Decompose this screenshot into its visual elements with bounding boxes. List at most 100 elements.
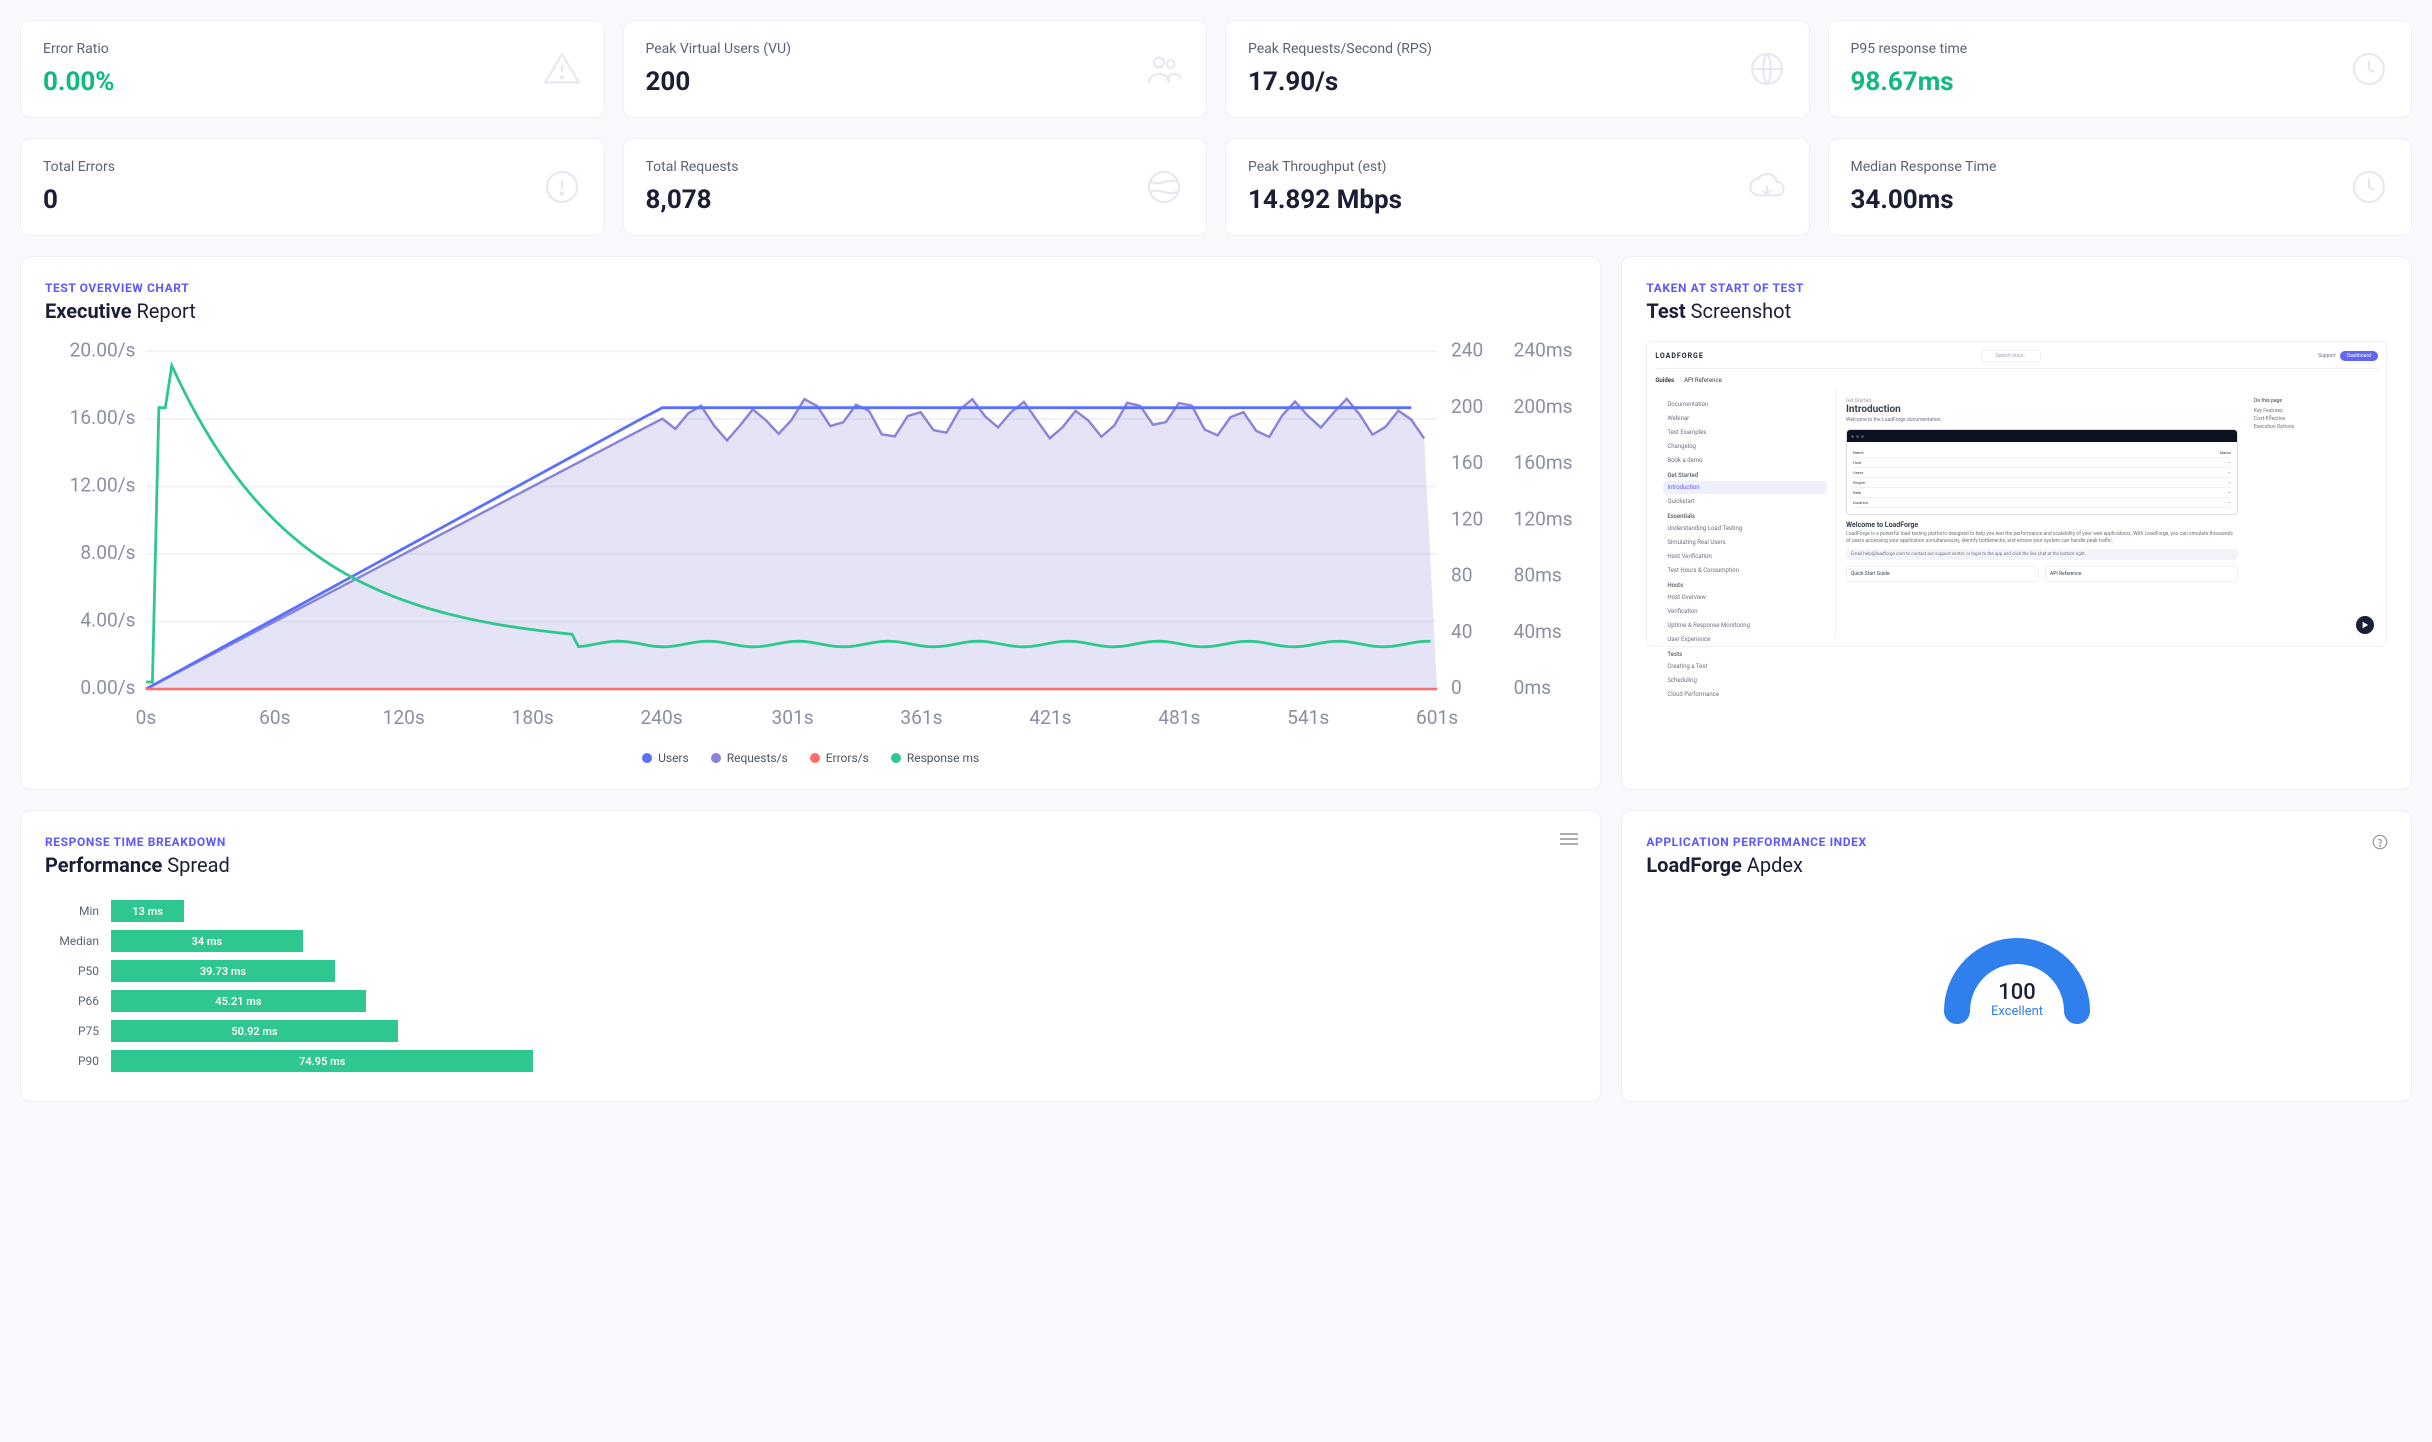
kpi-label: Total Errors <box>43 159 115 175</box>
perf-row-label: Median <box>45 934 111 948</box>
hamburger-menu-icon[interactable] <box>1560 833 1578 849</box>
kpi-value: 200 <box>646 67 792 97</box>
screenshot-right-col: On this pageKey FeaturesCost-EffectiveEx… <box>2248 388 2378 638</box>
kpi-value: 17.90/s <box>1248 67 1432 97</box>
legend-item[interactable]: Users <box>642 751 689 765</box>
svg-text:0ms: 0ms <box>1514 676 1551 699</box>
screenshot-support-link: Support <box>2318 353 2336 359</box>
perf-row: P75 50.92 ms <box>45 1017 1576 1045</box>
kpi-p95: P95 response time 98.67ms <box>1828 20 2413 118</box>
svg-text:12.00/s: 12.00/s <box>70 474 136 497</box>
kpi-total-errors: Total Errors 0 <box>20 138 605 236</box>
panel-title: Performance Spread <box>45 853 1576 877</box>
kpi-value: 98.67ms <box>1851 67 1968 97</box>
svg-text:301s: 301s <box>772 706 814 729</box>
svg-text:8.00/s: 8.00/s <box>80 541 135 564</box>
panel-title: LoadForge Apdex <box>1646 853 2387 877</box>
kpi-label: Median Response Time <box>1851 159 1997 175</box>
svg-text:200ms: 200ms <box>1514 395 1573 418</box>
performance-bars: Min 13 ms Median 34 ms P50 39.73 ms P66 … <box>45 897 1576 1075</box>
svg-text:240: 240 <box>1451 341 1483 362</box>
kpi-total-requests: Total Requests 8,078 <box>623 138 1208 236</box>
screenshot-thumbnail[interactable]: LOADFORGE Search docs… Support Dashboard… <box>1646 341 2387 647</box>
kpi-row-2: Total Errors 0 Total Requests 8,078 Peak… <box>20 138 2412 236</box>
svg-text:40: 40 <box>1451 620 1473 643</box>
executive-chart: 20.00/s 16.00/s 12.00/s 8.00/s 4.00/s 0.00/s 2… <box>45 341 1576 741</box>
kpi-label: P95 response time <box>1851 41 1968 57</box>
svg-text:60s: 60s <box>259 706 290 729</box>
kpi-label: Total Requests <box>646 159 739 175</box>
download-cloud-icon <box>1747 167 1787 207</box>
legend-item[interactable]: Response ms <box>891 751 979 765</box>
kpi-median-rt: Median Response Time 34.00ms <box>1828 138 2413 236</box>
screenshot-brand: LOADFORGE <box>1655 352 1703 360</box>
play-icon[interactable] <box>2356 616 2374 634</box>
apdex-score: 100 <box>1998 980 2036 1005</box>
apdex-panel: APPLICATION PERFORMANCE INDEX LoadForge … <box>1621 810 2412 1102</box>
svg-text:160: 160 <box>1451 451 1483 474</box>
kpi-label: Peak Requests/Second (RPS) <box>1248 41 1432 57</box>
apdex-rating: Excellent <box>1991 1004 2043 1019</box>
kpi-label: Peak Throughput (est) <box>1248 159 1402 175</box>
svg-text:120s: 120s <box>383 706 425 729</box>
svg-text:4.00/s: 4.00/s <box>80 609 135 632</box>
svg-text:180s: 180s <box>512 706 554 729</box>
kpi-value: 8,078 <box>646 185 739 215</box>
svg-text:240ms: 240ms <box>1514 341 1573 362</box>
svg-text:0.00/s: 0.00/s <box>80 676 135 699</box>
panel-title: Test Screenshot <box>1646 299 2387 323</box>
kpi-value: 0.00% <box>43 67 115 97</box>
svg-text:601s: 601s <box>1416 706 1458 729</box>
error-circle-icon <box>542 167 582 207</box>
svg-text:240s: 240s <box>640 706 682 729</box>
legend-item[interactable]: Requests/s <box>711 751 788 765</box>
svg-text:160ms: 160ms <box>1514 451 1573 474</box>
panel-title: Executive Report <box>45 299 1576 323</box>
kpi-row-1: Error Ratio 0.00% Peak Virtual Users (VU… <box>20 20 2412 118</box>
perf-row-label: Min <box>45 904 111 918</box>
svg-text:421s: 421s <box>1029 706 1071 729</box>
kpi-value: 0 <box>43 185 115 215</box>
screenshot-main: Get Started Introduction Welcome to the … <box>1836 388 2248 638</box>
perf-row-label: P50 <box>45 964 111 978</box>
kpi-error-ratio: Error Ratio 0.00% <box>20 20 605 118</box>
kpi-value: 14.892 Mbps <box>1248 185 1402 215</box>
svg-text:0s: 0s <box>136 706 157 729</box>
svg-text:120: 120 <box>1451 507 1483 530</box>
warning-triangle-icon <box>542 49 582 89</box>
perf-row-label: P75 <box>45 1024 111 1038</box>
svg-text:541s: 541s <box>1287 706 1329 729</box>
perf-row-label: P66 <box>45 994 111 1008</box>
screenshot-sidebar: DocumentationWebinarTest ExamplesChangel… <box>1655 388 1836 638</box>
panel-eyebrow: RESPONSE TIME BREAKDOWN <box>45 835 1576 849</box>
svg-text:20.00/s: 20.00/s <box>70 341 136 362</box>
svg-text:481s: 481s <box>1158 706 1200 729</box>
apdex-gauge: 100 Excellent <box>1646 891 2387 1031</box>
users-icon <box>1144 49 1184 89</box>
executive-report-panel: TEST OVERVIEW CHART Executive Report 20.… <box>20 256 1601 790</box>
legend-item[interactable]: Errors/s <box>810 751 869 765</box>
kpi-label: Peak Virtual Users (VU) <box>646 41 792 57</box>
screenshot-dashboard-btn: Dashboard <box>2340 351 2378 361</box>
perf-row: P90 74.95 ms <box>45 1047 1576 1075</box>
performance-spread-panel: RESPONSE TIME BREAKDOWN Performance Spre… <box>20 810 1601 1102</box>
svg-text:120ms: 120ms <box>1514 507 1573 530</box>
svg-text:361s: 361s <box>900 706 942 729</box>
svg-text:16.00/s: 16.00/s <box>70 406 136 429</box>
perf-row: Median 34 ms <box>45 927 1576 955</box>
panel-eyebrow: TAKEN AT START OF TEST <box>1646 281 2387 295</box>
screenshot-search: Search docs… <box>1981 350 2042 362</box>
test-screenshot-panel: TAKEN AT START OF TEST Test Screenshot L… <box>1621 256 2412 790</box>
perf-row-label: P90 <box>45 1054 111 1068</box>
kpi-peak-throughput: Peak Throughput (est) 14.892 Mbps <box>1225 138 1810 236</box>
clock-icon <box>2349 49 2389 89</box>
perf-row: P50 39.73 ms <box>45 957 1576 985</box>
globe-icon <box>1747 49 1787 89</box>
panel-eyebrow: TEST OVERVIEW CHART <box>45 281 1576 295</box>
svg-text:200: 200 <box>1451 395 1483 418</box>
help-circle-icon[interactable] <box>2371 833 2389 851</box>
svg-text:80ms: 80ms <box>1514 564 1562 587</box>
kpi-peak-vu: Peak Virtual Users (VU) 200 <box>623 20 1208 118</box>
svg-text:40ms: 40ms <box>1514 620 1562 643</box>
kpi-label: Error Ratio <box>43 41 115 57</box>
